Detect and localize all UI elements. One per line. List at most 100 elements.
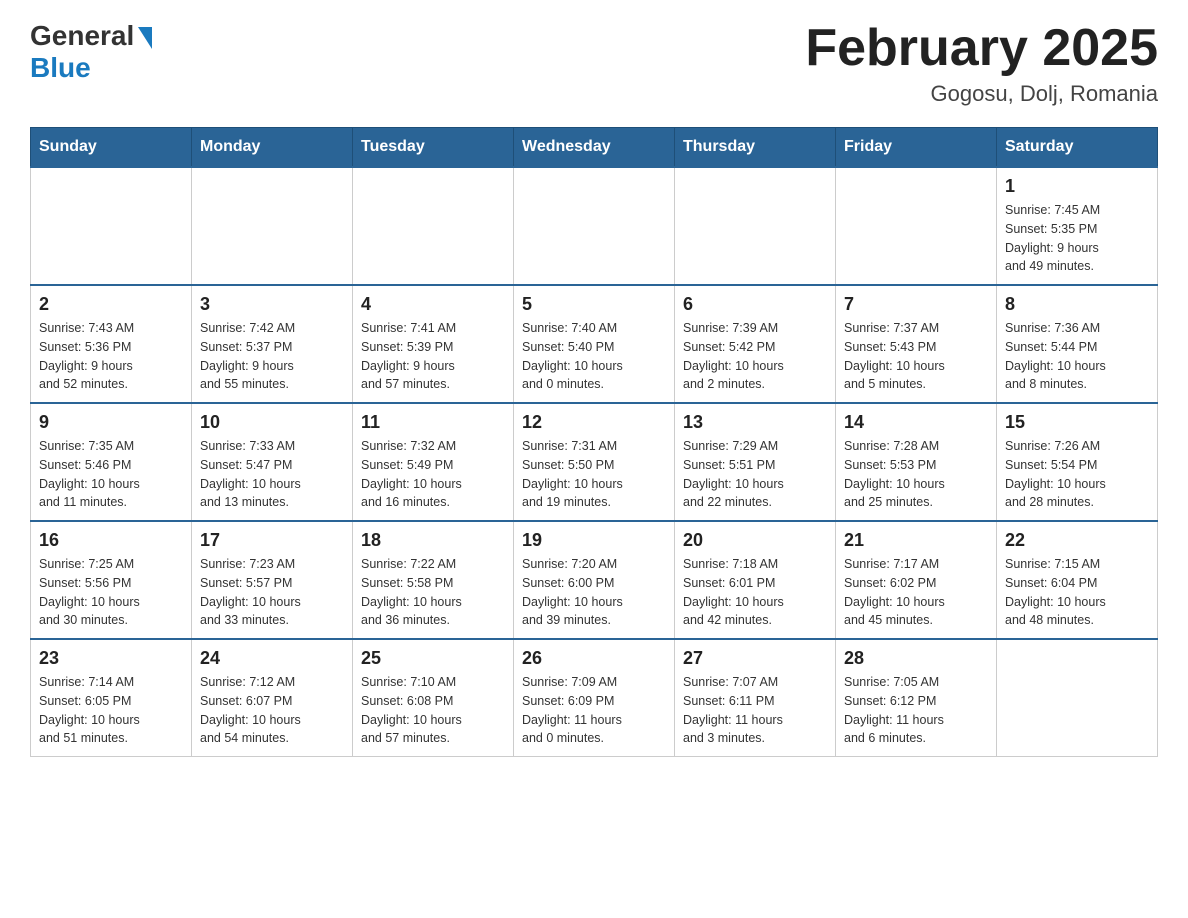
day-info: Sunrise: 7:07 AM Sunset: 6:11 PM Dayligh…	[683, 673, 827, 748]
day-number: 11	[361, 412, 505, 433]
day-info: Sunrise: 7:18 AM Sunset: 6:01 PM Dayligh…	[683, 555, 827, 630]
day-info: Sunrise: 7:26 AM Sunset: 5:54 PM Dayligh…	[1005, 437, 1149, 512]
weekday-header-tuesday: Tuesday	[353, 128, 514, 168]
location-text: Gogosu, Dolj, Romania	[805, 81, 1158, 107]
calendar-week-row: 9 Sunrise: 7:35 AM Sunset: 5:46 PM Daylig…	[31, 403, 1158, 521]
calendar-cell: 1Sunrise: 7:45 AM Sunset: 5:35 PM Daylig…	[997, 167, 1158, 285]
day-info: Sunrise: 7:31 AM Sunset: 5:50 PM Dayligh…	[522, 437, 666, 512]
calendar-cell: 23 Sunrise: 7:14 AM Sunset: 6:05 PM Dayli…	[31, 639, 192, 757]
logo-blue-text: Blue	[30, 52, 91, 84]
day-number: 22	[1005, 530, 1149, 551]
calendar-week-row: 1Sunrise: 7:45 AM Sunset: 5:35 PM Daylig…	[31, 167, 1158, 285]
day-number: 12	[522, 412, 666, 433]
day-number: 23	[39, 648, 183, 669]
calendar-cell	[31, 167, 192, 285]
day-info: Sunrise: 7:35 AM Sunset: 5:46 PM Dayligh…	[39, 437, 183, 512]
calendar-cell: 20 Sunrise: 7:18 AM Sunset: 6:01 PM Dayli…	[675, 521, 836, 639]
calendar-cell: 11 Sunrise: 7:32 AM Sunset: 5:49 PM Dayli…	[353, 403, 514, 521]
logo: General Blue	[30, 20, 152, 84]
day-number: 4	[361, 294, 505, 315]
day-info: Sunrise: 7:25 AM Sunset: 5:56 PM Dayligh…	[39, 555, 183, 630]
calendar-cell: 27 Sunrise: 7:07 AM Sunset: 6:11 PM Dayli…	[675, 639, 836, 757]
day-info: Sunrise: 7:39 AM Sunset: 5:42 PM Dayligh…	[683, 319, 827, 394]
calendar-cell: 6Sunrise: 7:39 AM Sunset: 5:42 PM Daylig…	[675, 285, 836, 403]
day-number: 21	[844, 530, 988, 551]
day-number: 28	[844, 648, 988, 669]
month-title: February 2025	[805, 20, 1158, 77]
day-number: 10	[200, 412, 344, 433]
calendar-cell: 7 Sunrise: 7:37 AM Sunset: 5:43 PM Daylig…	[836, 285, 997, 403]
day-info: Sunrise: 7:41 AM Sunset: 5:39 PM Dayligh…	[361, 319, 505, 394]
day-info: Sunrise: 7:33 AM Sunset: 5:47 PM Dayligh…	[200, 437, 344, 512]
day-number: 8	[1005, 294, 1149, 315]
calendar-cell: 13 Sunrise: 7:29 AM Sunset: 5:51 PM Dayli…	[675, 403, 836, 521]
calendar-cell: 21Sunrise: 7:17 AM Sunset: 6:02 PM Dayli…	[836, 521, 997, 639]
logo-triangle-icon	[138, 27, 152, 49]
day-info: Sunrise: 7:32 AM Sunset: 5:49 PM Dayligh…	[361, 437, 505, 512]
day-number: 13	[683, 412, 827, 433]
calendar-cell: 9 Sunrise: 7:35 AM Sunset: 5:46 PM Daylig…	[31, 403, 192, 521]
calendar-cell: 14 Sunrise: 7:28 AM Sunset: 5:53 PM Dayli…	[836, 403, 997, 521]
page-header: General Blue February 2025 Gogosu, Dolj,…	[30, 20, 1158, 107]
calendar-cell	[353, 167, 514, 285]
day-number: 17	[200, 530, 344, 551]
day-info: Sunrise: 7:42 AM Sunset: 5:37 PM Dayligh…	[200, 319, 344, 394]
title-section: February 2025 Gogosu, Dolj, Romania	[805, 20, 1158, 107]
calendar-cell: 26 Sunrise: 7:09 AM Sunset: 6:09 PM Dayli…	[514, 639, 675, 757]
calendar-cell: 17 Sunrise: 7:23 AM Sunset: 5:57 PM Dayli…	[192, 521, 353, 639]
day-info: Sunrise: 7:40 AM Sunset: 5:40 PM Dayligh…	[522, 319, 666, 394]
day-info: Sunrise: 7:29 AM Sunset: 5:51 PM Dayligh…	[683, 437, 827, 512]
calendar-cell	[675, 167, 836, 285]
day-info: Sunrise: 7:15 AM Sunset: 6:04 PM Dayligh…	[1005, 555, 1149, 630]
calendar-cell: 4 Sunrise: 7:41 AM Sunset: 5:39 PM Daylig…	[353, 285, 514, 403]
calendar-table: SundayMondayTuesdayWednesdayThursdayFrid…	[30, 127, 1158, 757]
day-number: 27	[683, 648, 827, 669]
day-number: 7	[844, 294, 988, 315]
day-info: Sunrise: 7:43 AM Sunset: 5:36 PM Dayligh…	[39, 319, 183, 394]
calendar-cell: 19 Sunrise: 7:20 AM Sunset: 6:00 PM Dayli…	[514, 521, 675, 639]
day-number: 25	[361, 648, 505, 669]
day-number: 19	[522, 530, 666, 551]
day-info: Sunrise: 7:10 AM Sunset: 6:08 PM Dayligh…	[361, 673, 505, 748]
weekday-header-sunday: Sunday	[31, 128, 192, 168]
day-number: 14	[844, 412, 988, 433]
weekday-header-saturday: Saturday	[997, 128, 1158, 168]
weekday-header-wednesday: Wednesday	[514, 128, 675, 168]
day-number: 24	[200, 648, 344, 669]
day-number: 3	[200, 294, 344, 315]
calendar-cell	[514, 167, 675, 285]
day-info: Sunrise: 7:14 AM Sunset: 6:05 PM Dayligh…	[39, 673, 183, 748]
day-info: Sunrise: 7:45 AM Sunset: 5:35 PM Dayligh…	[1005, 201, 1149, 276]
calendar-cell: 28Sunrise: 7:05 AM Sunset: 6:12 PM Dayli…	[836, 639, 997, 757]
calendar-cell: 18Sunrise: 7:22 AM Sunset: 5:58 PM Dayli…	[353, 521, 514, 639]
calendar-cell: 2Sunrise: 7:43 AM Sunset: 5:36 PM Daylig…	[31, 285, 192, 403]
calendar-cell	[192, 167, 353, 285]
weekday-header-row: SundayMondayTuesdayWednesdayThursdayFrid…	[31, 128, 1158, 168]
day-info: Sunrise: 7:23 AM Sunset: 5:57 PM Dayligh…	[200, 555, 344, 630]
day-number: 9	[39, 412, 183, 433]
day-info: Sunrise: 7:36 AM Sunset: 5:44 PM Dayligh…	[1005, 319, 1149, 394]
day-number: 18	[361, 530, 505, 551]
day-info: Sunrise: 7:20 AM Sunset: 6:00 PM Dayligh…	[522, 555, 666, 630]
day-number: 26	[522, 648, 666, 669]
calendar-cell	[836, 167, 997, 285]
day-number: 15	[1005, 412, 1149, 433]
calendar-cell: 22 Sunrise: 7:15 AM Sunset: 6:04 PM Dayli…	[997, 521, 1158, 639]
day-number: 20	[683, 530, 827, 551]
calendar-cell: 25 Sunrise: 7:10 AM Sunset: 6:08 PM Dayli…	[353, 639, 514, 757]
calendar-cell: 10 Sunrise: 7:33 AM Sunset: 5:47 PM Dayli…	[192, 403, 353, 521]
calendar-cell: 16Sunrise: 7:25 AM Sunset: 5:56 PM Dayli…	[31, 521, 192, 639]
weekday-header-thursday: Thursday	[675, 128, 836, 168]
weekday-header-monday: Monday	[192, 128, 353, 168]
logo-general-text: General	[30, 20, 134, 52]
day-info: Sunrise: 7:28 AM Sunset: 5:53 PM Dayligh…	[844, 437, 988, 512]
calendar-cell: 8 Sunrise: 7:36 AM Sunset: 5:44 PM Daylig…	[997, 285, 1158, 403]
day-info: Sunrise: 7:09 AM Sunset: 6:09 PM Dayligh…	[522, 673, 666, 748]
calendar-cell: 24 Sunrise: 7:12 AM Sunset: 6:07 PM Dayli…	[192, 639, 353, 757]
day-info: Sunrise: 7:12 AM Sunset: 6:07 PM Dayligh…	[200, 673, 344, 748]
calendar-week-row: 23 Sunrise: 7:14 AM Sunset: 6:05 PM Dayli…	[31, 639, 1158, 757]
calendar-cell: 12 Sunrise: 7:31 AM Sunset: 5:50 PM Dayli…	[514, 403, 675, 521]
day-info: Sunrise: 7:37 AM Sunset: 5:43 PM Dayligh…	[844, 319, 988, 394]
day-number: 5	[522, 294, 666, 315]
calendar-cell: 5 Sunrise: 7:40 AM Sunset: 5:40 PM Daylig…	[514, 285, 675, 403]
